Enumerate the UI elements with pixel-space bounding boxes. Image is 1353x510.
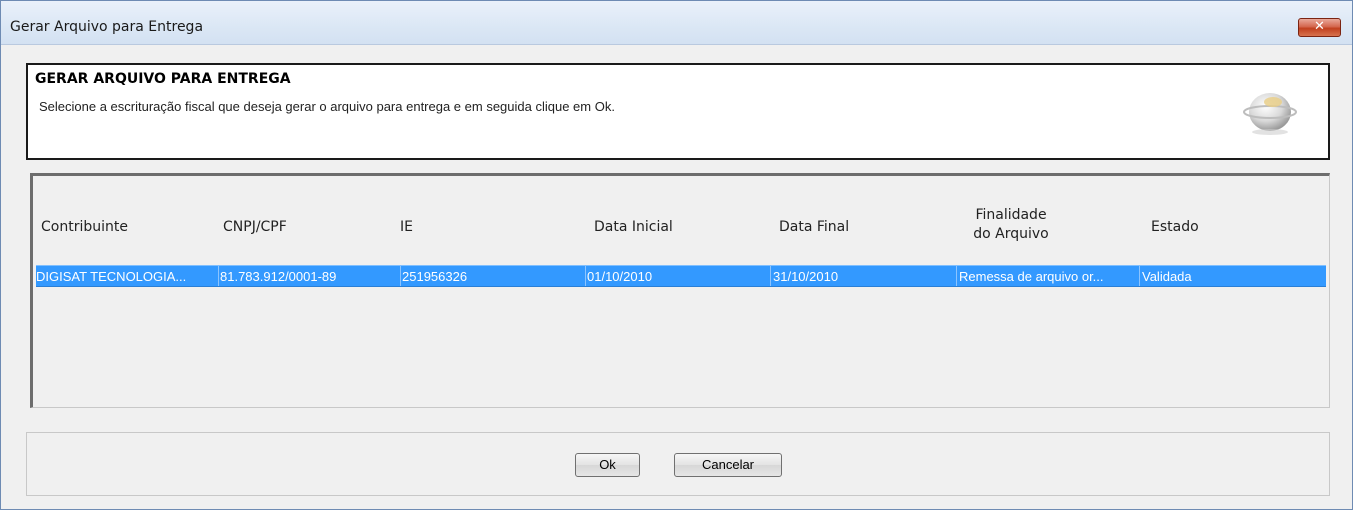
column-header-finalidade-line2: do Arquivo [973, 226, 1049, 242]
column-header-data-inicial[interactable]: Data Inicial [594, 219, 673, 235]
cell-data-inicial: 01/10/2010 [587, 269, 653, 284]
cell-cnpj: 81.783.912/0001-89 [220, 269, 337, 284]
table-row[interactable]: DIGISAT TECNOLOGIA... 81.783.912/0001-89… [36, 265, 1326, 287]
sped-globe-icon [1243, 93, 1297, 135]
column-header-cnpj[interactable]: CNPJ/CPF [223, 219, 287, 235]
close-button[interactable]: ✕ [1298, 18, 1341, 37]
window-title: Gerar Arquivo para Entrega [10, 19, 204, 35]
cell-estado: Validada [1142, 269, 1192, 284]
cell-data-final: 31/10/2010 [773, 269, 839, 284]
cell-contribuinte: DIGISAT TECNOLOGIA... [36, 269, 187, 284]
cell-finalidade: Remessa de arquivo or... [959, 269, 1104, 284]
column-header-finalidade[interactable]: Finalidade do Arquivo [961, 207, 1061, 242]
cell-separator [1139, 266, 1140, 286]
button-panel: Ok Cancelar [26, 432, 1330, 496]
title-bar[interactable]: Gerar Arquivo para Entrega ✕ [1, 1, 1352, 45]
cell-separator [400, 266, 401, 286]
column-header-finalidade-line1: Finalidade [975, 207, 1047, 223]
close-icon: ✕ [1314, 19, 1325, 34]
cell-separator [956, 266, 957, 286]
header-description: Selecione a escrituração fiscal que dese… [39, 99, 615, 114]
column-header-data-final[interactable]: Data Final [779, 219, 849, 235]
column-header-ie[interactable]: IE [400, 219, 413, 235]
cell-separator [585, 266, 586, 286]
dialog-window: Gerar Arquivo para Entrega ✕ GERAR ARQUI… [0, 0, 1353, 510]
escrituracao-table: Contribuinte CNPJ/CPF IE Data Inicial Da… [30, 173, 1330, 408]
cell-separator [218, 266, 219, 286]
header-panel: GERAR ARQUIVO PARA ENTREGA Selecione a e… [26, 63, 1330, 160]
column-header-contribuinte[interactable]: Contribuinte [41, 219, 128, 235]
header-title: GERAR ARQUIVO PARA ENTREGA [35, 71, 291, 87]
ok-button[interactable]: Ok [575, 453, 640, 477]
cancel-button[interactable]: Cancelar [674, 453, 782, 477]
cell-ie: 251956326 [402, 269, 468, 284]
column-header-estado[interactable]: Estado [1151, 219, 1199, 235]
cell-separator [770, 266, 771, 286]
